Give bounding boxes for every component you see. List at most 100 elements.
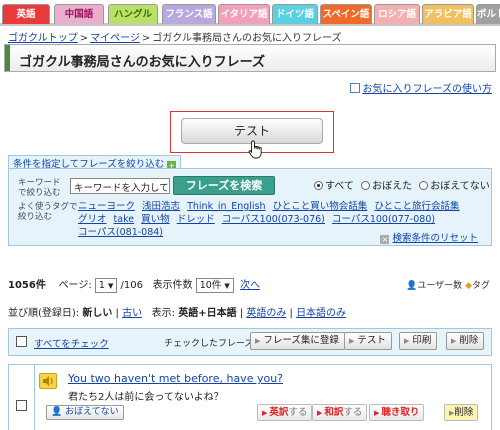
print-label: 印刷 xyxy=(412,335,432,346)
checked-phrases-label: チェックしたフレーズを xyxy=(164,339,263,349)
radio-dot[interactable] xyxy=(361,181,371,190)
phrase-english-link[interactable]: You two haven't met before, have you? xyxy=(68,372,283,385)
tag-link[interactable]: コーパス100(077-080) xyxy=(332,214,435,225)
check-all-link[interactable]: すべてをチェック xyxy=(34,336,109,350)
page-select-value: 1 xyxy=(98,279,105,291)
legend: 👤ユーザー数 ◆タグ xyxy=(406,278,490,291)
tag-link[interactable]: コーパス(081-084) xyxy=(78,227,163,238)
breadcrumb-separator: > xyxy=(141,33,151,44)
print-button[interactable]: ▶ 印刷 xyxy=(399,332,438,350)
lang-tab-english[interactable]: 英語 xyxy=(2,4,50,24)
page-title-box: ゴガクル事務局さんのお気に入りフレーズ xyxy=(4,44,496,72)
radio-all[interactable]: すべて xyxy=(314,177,354,192)
breadcrumb-top-link[interactable]: ゴガクルトップ xyxy=(8,33,78,44)
radio-not-memorized[interactable]: おぼえてない xyxy=(419,177,490,192)
language-tab-bar: 英語 中国語 ハングル フランス語 イタリア語 ドイツ語 スペイン語 ロシア語 … xyxy=(0,0,500,26)
sort-label: 並び順(登録日): xyxy=(8,308,80,319)
display-current[interactable]: 英語+日本語 xyxy=(178,308,236,319)
lang-tab-hangul[interactable]: ハングル xyxy=(108,4,158,24)
lang-tab-russian[interactable]: ロシア語 xyxy=(374,4,420,24)
page-select[interactable]: 1 ▼ xyxy=(94,277,118,293)
breadcrumb-separator: > xyxy=(79,33,89,44)
sort-newest[interactable]: 新しい xyxy=(82,308,112,319)
listening-button[interactable]: ▶ 聴き取り xyxy=(369,404,425,421)
phrase-japanese: 君たち2人は前に会ってないよね？ xyxy=(68,392,224,403)
tag-link[interactable]: 買い物 xyxy=(141,214,170,225)
btn-label: 和訳 xyxy=(324,407,344,418)
tag-link[interactable]: take xyxy=(114,214,135,225)
radio-dot[interactable] xyxy=(419,181,429,190)
next-link[interactable]: 次へ xyxy=(240,280,260,291)
breadcrumb: ゴガクルトップ > マイページ > ゴガクル事務局さんのお気に入りフレーズ xyxy=(8,29,342,44)
per-page-label: 表示件数 xyxy=(152,280,193,291)
memorized-toggle[interactable]: 👤 おぼえてない xyxy=(46,405,124,420)
tag-filter-label: よく使うタグで絞り込む xyxy=(18,202,78,222)
breadcrumb-current: ゴガクル事務局さんのお気に入りフレーズ xyxy=(152,33,342,44)
keyword-input[interactable]: キーワードを入力して xyxy=(70,178,170,194)
close-icon[interactable]: × xyxy=(380,235,390,244)
phrase-checkbox[interactable] xyxy=(16,400,27,411)
lang-tab-chinese[interactable]: 中国語 xyxy=(54,4,104,24)
breadcrumb-mypage-link[interactable]: マイページ xyxy=(90,33,140,44)
tag-link[interactable]: ドレッド xyxy=(177,214,215,225)
tag-link[interactable]: Think_in_English xyxy=(187,201,265,212)
tag-legend-label: タグ xyxy=(471,281,490,291)
howto-link[interactable]: お気に入りフレーズの使い方 xyxy=(363,84,493,95)
tag-link[interactable]: ひとこと旅行会話集 xyxy=(374,201,459,212)
result-count: 1056件 xyxy=(8,280,46,291)
lang-tab-portuguese[interactable]: ポルトガ xyxy=(476,4,500,24)
page-label: ページ: xyxy=(58,280,92,291)
per-page-select[interactable]: 10件 ▼ xyxy=(195,277,234,293)
lang-tab-french[interactable]: フランス語 xyxy=(162,4,216,24)
triangle-icon: ▶ xyxy=(349,337,355,345)
english-only-link[interactable]: 英語のみ xyxy=(246,308,286,319)
english-translate-button[interactable]: ▶ 英訳する xyxy=(257,404,313,421)
sort-oldest-link[interactable]: 古い xyxy=(122,308,142,319)
triangle-icon: ▶ xyxy=(404,337,410,345)
radio-memorized[interactable]: おぼえた xyxy=(361,177,412,192)
user-count-label: ユーザー数 xyxy=(417,281,463,291)
reset-wrap: × 検索条件のリセット xyxy=(380,230,478,244)
page-title: ゴガクル事務局さんのお気に入りフレーズ xyxy=(19,55,265,70)
page-icon xyxy=(349,83,360,93)
btn-label: 英訳 xyxy=(269,407,289,418)
page-total: /106 xyxy=(120,280,144,291)
chevron-down-icon: ▼ xyxy=(107,281,114,290)
sort-bar: 並び順(登録日): 新しい | 古い 表示: 英語+日本語 | 英語のみ | 日… xyxy=(8,308,347,319)
hand-cursor-icon xyxy=(248,140,262,159)
speaker-icon[interactable] xyxy=(39,373,57,389)
register-collection-button[interactable]: ▶ フレーズ集に登録 xyxy=(250,332,345,350)
display-label: 表示: xyxy=(151,308,176,319)
tag-link[interactable]: ひとこと買い物会話集 xyxy=(273,201,368,212)
lang-tab-german[interactable]: ドイツ語 xyxy=(272,4,318,24)
radio-dot[interactable] xyxy=(314,181,323,190)
phrase-delete-button[interactable]: ▶削除 xyxy=(444,404,479,421)
test-selected-button[interactable]: ▶ テスト xyxy=(344,332,392,350)
phrase-check-col xyxy=(9,365,35,430)
japanese-only-link[interactable]: 日本語のみ xyxy=(296,308,346,319)
chevron-down-icon: ▼ xyxy=(224,281,230,290)
delete-selected-button[interactable]: ▶ 削除 xyxy=(446,332,485,350)
memorized-radio-group: すべて おぼえた おぼえてない xyxy=(314,177,494,192)
person-icon: 👤 xyxy=(51,407,63,417)
search-button[interactable]: フレーズを検索 xyxy=(173,176,275,195)
results-bar: 1056件 ページ: 1 ▼ /106 表示件数 10件 ▼ 次へ xyxy=(8,276,260,293)
lang-tab-arabic[interactable]: アラビア語 xyxy=(422,4,474,24)
keyword-label: キーワードで絞り込む xyxy=(18,178,61,198)
tag-link[interactable]: ニューヨーク xyxy=(78,201,135,212)
lang-tab-spanish[interactable]: スペイン語 xyxy=(320,4,372,24)
tag-link[interactable]: コーパス100(073-076) xyxy=(222,214,325,225)
tag-link[interactable]: 浅田浩志 xyxy=(142,201,180,212)
title-accent-bar xyxy=(5,45,10,71)
tag-link[interactable]: グリオ xyxy=(78,214,107,225)
reset-link[interactable]: 検索条件のリセット xyxy=(392,233,478,244)
radio-label: おぼえた xyxy=(372,181,413,192)
triangle-icon: ▶ xyxy=(374,409,380,417)
japanese-translate-button[interactable]: ▶ 和訳する xyxy=(312,404,368,421)
check-all-checkbox[interactable] xyxy=(16,336,27,347)
triangle-icon: ▶ xyxy=(262,409,268,417)
memorized-label: おぼえてない xyxy=(65,407,119,417)
triangle-icon: ▶ xyxy=(451,337,457,345)
lang-tab-italian[interactable]: イタリア語 xyxy=(218,4,270,24)
register-label: フレーズ集に登録 xyxy=(263,335,339,346)
